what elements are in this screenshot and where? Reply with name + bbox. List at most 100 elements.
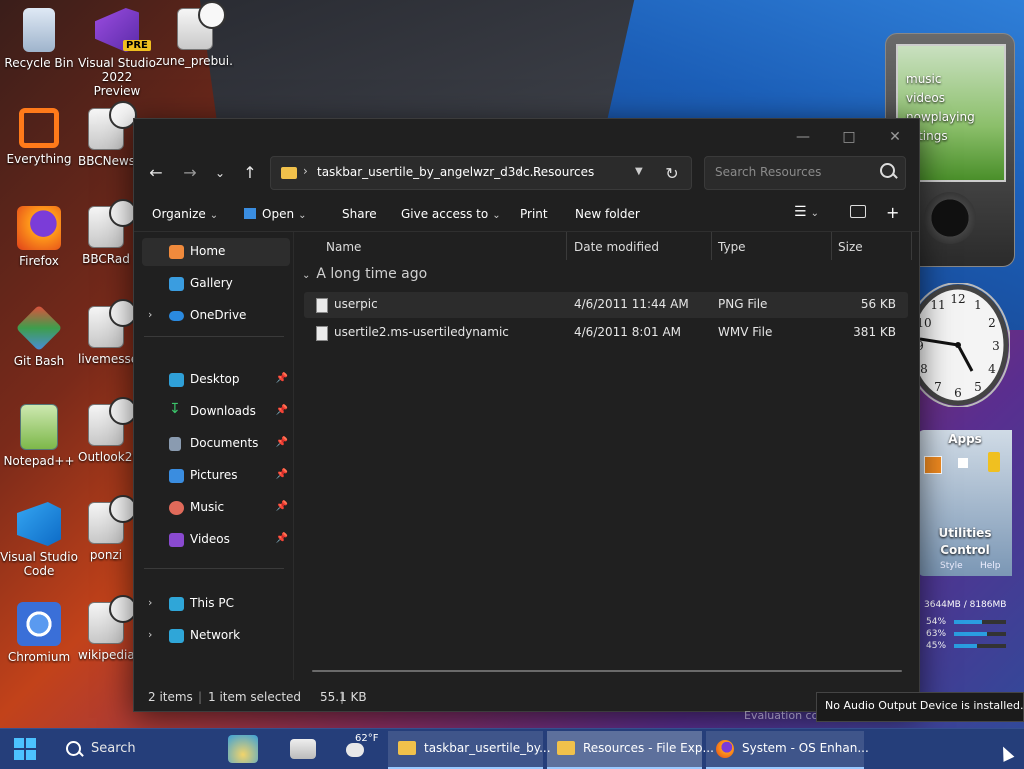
desktop-icon-bbcnews[interactable]: BBCNews	[78, 101, 137, 168]
taskbar-task-explorer-1[interactable]: taskbar_usertile_by...	[388, 731, 551, 769]
audio-notification-toast[interactable]: No Audio Output Device is installed.	[816, 692, 1024, 722]
status-bar: 2 items | 1 item selected 55.1 KB |	[134, 685, 919, 711]
taskbar-task-firefox[interactable]: System - OS Enhan...	[706, 731, 869, 769]
desktop-icon-everything[interactable]: Everything	[0, 108, 78, 166]
meter-fill-1	[954, 620, 983, 624]
folder-icon	[398, 741, 416, 755]
column-separator[interactable]	[831, 232, 832, 260]
apps-utilities[interactable]: Utilities	[918, 526, 1012, 540]
breadcrumb-parent[interactable]: taskbar_usertile_by_angelwzr_d3dc...	[317, 165, 541, 179]
group-header[interactable]: ⌄ A long time ago	[302, 266, 427, 282]
evaluation-watermark: Evaluation co	[744, 709, 819, 722]
pin-icon: 📌	[275, 373, 288, 384]
desktop-icon-zune-prebuilt[interactable]: zune_prebui...	[156, 1, 234, 68]
back-arrow-icon[interactable]: ←	[142, 161, 170, 185]
file-explorer-window[interactable]: — □ ✕ ← → ⌄ ↑ › taskbar_usertile_by_ange…	[133, 118, 920, 712]
expand-chevron-icon[interactable]: ›	[148, 596, 152, 609]
expand-chevron-icon[interactable]: ›	[148, 308, 152, 321]
column-header-name[interactable]: Name	[326, 240, 361, 254]
breadcrumb-current[interactable]: Resources	[533, 165, 594, 179]
png-file-icon	[316, 298, 328, 313]
file-list-pane[interactable]: Name Date modified Type Size ⌄ A long tim…	[293, 232, 920, 680]
desktop-icon-ponzi[interactable]: ponzi	[78, 495, 137, 562]
desktop-icon-notepad-plus-plus[interactable]: Notepad++	[0, 404, 78, 468]
nav-item-downloads[interactable]: ↧ Downloads 📌	[142, 398, 290, 426]
title-bar[interactable]: — □ ✕	[134, 119, 919, 155]
desktop-icon-git-bash[interactable]: Git Bash	[0, 304, 78, 368]
apps-gadget[interactable]: Apps Utilities Control Style Help	[918, 430, 1012, 576]
folder-icon	[557, 741, 575, 755]
file-row[interactable]: usertile2.ms-usertiledynamic 4/6/2011 8:…	[304, 320, 908, 346]
zune-menu-videos[interactable]: videos	[906, 91, 945, 105]
column-header-size[interactable]: Size	[838, 240, 863, 254]
address-bar[interactable]: › taskbar_usertile_by_angelwzr_d3dc... ›…	[270, 156, 692, 190]
zune-menu-music[interactable]: music	[906, 72, 941, 86]
refresh-icon[interactable]: ↻	[659, 158, 685, 190]
search-icon	[66, 741, 81, 756]
desktop-icon-livemessenger[interactable]: livemesse	[78, 299, 137, 366]
nav-item-documents[interactable]: Documents 📌	[142, 430, 290, 458]
forward-arrow-icon[interactable]: →	[176, 161, 204, 185]
apps-control[interactable]: Control	[918, 543, 1012, 557]
nav-item-home[interactable]: Home	[142, 238, 290, 266]
organize-button[interactable]: Organize ⌄	[152, 207, 218, 221]
horizontal-scrollbar[interactable]	[312, 670, 902, 672]
nav-item-gallery[interactable]: Gallery	[142, 270, 290, 298]
status-item-count: 2 items	[148, 690, 193, 704]
close-button[interactable]: ✕	[872, 123, 918, 151]
up-arrow-icon[interactable]: ↑	[236, 161, 264, 185]
close-app-icon[interactable]	[958, 458, 968, 468]
nav-item-desktop[interactable]: Desktop 📌	[142, 366, 290, 394]
nav-item-music[interactable]: Music 📌	[142, 494, 290, 522]
share-button[interactable]: Share	[342, 207, 377, 221]
maximize-button[interactable]: □	[826, 123, 872, 151]
desktop-icon-recycle-bin[interactable]: Recycle Bin	[0, 8, 78, 70]
beach-umbrella-icon[interactable]	[228, 735, 258, 763]
svg-text:8: 8	[920, 362, 928, 376]
desktop-icon-vscode[interactable]: Visual Studio Code	[0, 502, 78, 578]
file-row[interactable]: userpic 4/6/2011 11:44 AM PNG File 56 KB	[304, 292, 908, 318]
column-header-date[interactable]: Date modified	[574, 240, 659, 254]
desktop-icon-wikipedia[interactable]: wikipedia	[78, 595, 137, 662]
collapse-chevron-icon[interactable]: ⌄	[302, 270, 310, 281]
give-access-button[interactable]: Give access to ⌄	[401, 207, 501, 221]
hourglass-icon[interactable]	[988, 452, 1000, 472]
view-list-icon[interactable]: ☰ ⌄	[794, 204, 819, 220]
weather-widget[interactable]: 62°F	[342, 731, 382, 767]
column-separator[interactable]	[566, 232, 567, 260]
taskbar-task-explorer-2[interactable]: Resources - File Exp...	[547, 731, 714, 769]
desktop-icon-visual-studio[interactable]: PRE Visual Studio 2022 Preview	[78, 8, 156, 98]
column-separator[interactable]	[911, 232, 912, 260]
search-box[interactable]	[704, 156, 906, 190]
desktop-icon-firefox[interactable]: Firefox	[0, 206, 78, 268]
print-button[interactable]: Print	[520, 207, 548, 221]
desktop-icon-outlook[interactable]: Outlook20	[78, 397, 137, 464]
desktop-icon-chromium[interactable]: Chromium	[0, 602, 78, 664]
address-dropdown-chevron-icon[interactable]: ▼	[635, 166, 643, 177]
nav-item-pictures[interactable]: Pictures 📌	[142, 462, 290, 490]
minimize-button[interactable]: —	[780, 123, 826, 151]
expand-chevron-icon[interactable]: ›	[148, 628, 152, 641]
column-separator[interactable]	[711, 232, 712, 260]
media-app-icon[interactable]	[924, 456, 942, 474]
start-button[interactable]	[14, 738, 36, 760]
nav-item-this-pc[interactable]: › This PC	[142, 590, 290, 618]
taskbar-search[interactable]: Search	[58, 736, 218, 762]
desktop-icon-bbcradio[interactable]: BBCRad	[78, 199, 137, 266]
details-pane-icon[interactable]	[850, 205, 866, 218]
nav-item-network[interactable]: › Network	[142, 622, 290, 650]
zune-pad[interactable]	[924, 192, 976, 244]
apps-help-link[interactable]: Help	[980, 561, 1001, 571]
recent-chevron-down-icon[interactable]: ⌄	[206, 161, 234, 185]
task-view-icon[interactable]	[290, 739, 316, 759]
nav-item-videos[interactable]: Videos 📌	[142, 526, 290, 554]
column-header-type[interactable]: Type	[718, 240, 746, 254]
new-folder-button[interactable]: New folder	[575, 207, 640, 221]
meter-bar-1	[954, 620, 1006, 624]
nav-item-onedrive[interactable]: › OneDrive	[142, 302, 290, 330]
search-icon[interactable]	[880, 163, 895, 178]
more-options-icon[interactable]: +	[886, 203, 899, 222]
apps-style-link[interactable]: Style	[940, 561, 963, 571]
open-button[interactable]: Open ⌄	[244, 207, 306, 221]
search-input[interactable]	[713, 164, 877, 180]
